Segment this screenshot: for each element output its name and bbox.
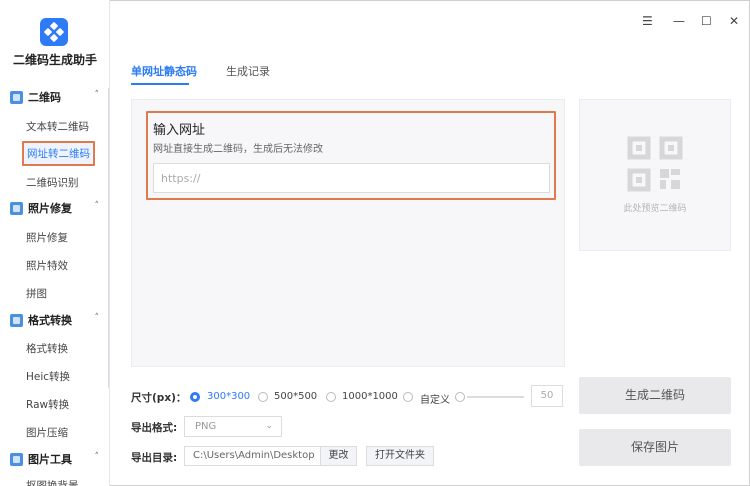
sidebar-item-photo-repair[interactable]: 照片修复 (26, 230, 68, 245)
chevron-up-icon: ˄ (94, 313, 100, 323)
chevron-down-icon: ⌄ (265, 421, 273, 431)
sidebar-item-raw-convert[interactable]: Raw转换 (26, 397, 69, 412)
sidebar-item-text-to-qr[interactable]: 文本转二维码 (26, 119, 89, 134)
sidebar-section-label: 图片工具 (28, 453, 72, 466)
sidebar-item-collage[interactable]: 拼图 (26, 286, 47, 301)
sidebar-section-label: 格式转换 (28, 314, 72, 327)
custom-size-slider[interactable] (467, 396, 524, 398)
qrcode-section-icon (10, 90, 23, 104)
size-label: 尺寸(px)： (131, 392, 187, 404)
url-input[interactable] (153, 163, 550, 193)
tab-history[interactable]: 生成记录 (226, 63, 270, 79)
format-select[interactable]: PNG ⌄ (184, 416, 282, 437)
custom-size-input[interactable]: 50 (531, 385, 563, 407)
size-option-500-label[interactable]: 500*500 (274, 391, 317, 402)
app-logo-icon (40, 18, 68, 46)
input-subtitle: 网址直接生成二维码，生成后无法修改 (153, 144, 323, 155)
size-radio-500[interactable] (258, 392, 268, 402)
generate-qr-button[interactable]: 生成二维码 (579, 377, 731, 414)
open-folder-button[interactable]: 打开文件夹 (366, 446, 434, 466)
custom-size-slider-handle[interactable] (455, 392, 465, 402)
sidebar-section-label: 二维码 (28, 91, 61, 104)
format-select-value: PNG (195, 421, 217, 432)
app-name: 二维码生成助手 (12, 53, 97, 67)
qr-preview: 此处预览二维码 (579, 99, 731, 251)
export-dir-label: 导出目录: (131, 452, 178, 464)
maximize-icon[interactable]: ☐ (701, 14, 712, 28)
sidebar-item-image-compress[interactable]: 图片压缩 (26, 425, 68, 440)
chevron-up-icon: ˄ (94, 90, 100, 100)
sidebar-item-url-to-qr[interactable]: 网址转二维码 (22, 141, 95, 166)
sidebar-section-image-tools[interactable]: 图片工具 ˄ (10, 451, 105, 467)
size-option-custom-label[interactable]: 自定义 (420, 391, 450, 406)
sidebar-section-photo-repair[interactable]: 照片修复 ˄ (10, 200, 105, 216)
preview-hint: 此处预览二维码 (623, 204, 687, 214)
format-label: 导出格式: (131, 422, 178, 434)
input-title: 输入网址 (153, 123, 206, 138)
size-option-1000-label[interactable]: 1000*1000 (342, 391, 398, 402)
chevron-up-icon: ˄ (94, 201, 100, 211)
export-dir-input[interactable]: C:\Users\Admin\Desktop (184, 446, 321, 466)
sidebar: 二维码生成助手 二维码 ˄ 文本转二维码 网址转二维码 二维码识别 照片修复 ˄… (0, 0, 110, 486)
menu-icon[interactable]: ☰ (642, 14, 653, 28)
qrcode-placeholder-icon (627, 136, 683, 192)
size-radio-custom[interactable] (403, 392, 413, 402)
sidebar-item-format-convert[interactable]: 格式转换 (26, 341, 68, 356)
sidebar-section-qrcode[interactable]: 二维码 ˄ (10, 89, 105, 105)
sidebar-section-format-convert[interactable]: 格式转换 ˄ (10, 312, 105, 328)
tab-single-url-static[interactable]: 单网址静态码 (131, 63, 197, 79)
photo-repair-section-icon (10, 201, 23, 215)
save-image-button[interactable]: 保存图片 (579, 429, 731, 466)
format-convert-section-icon (10, 313, 23, 327)
sidebar-item-photo-effects[interactable]: 照片特效 (26, 258, 68, 273)
size-option-300-label[interactable]: 300*300 (207, 391, 250, 402)
sidebar-scrollbar[interactable] (108, 88, 109, 388)
sidebar-item-cutout[interactable]: 抠图换背景 (26, 478, 79, 486)
minimize-icon[interactable]: — (673, 14, 685, 28)
url-input-section: 输入网址 网址直接生成二维码，生成后无法修改 (146, 111, 556, 200)
close-icon[interactable]: ✕ (729, 14, 739, 28)
sidebar-section-label: 照片修复 (28, 202, 72, 215)
chevron-up-icon: ˄ (94, 452, 100, 462)
active-tab-indicator (131, 83, 189, 85)
image-tools-section-icon (10, 452, 23, 466)
change-dir-button[interactable]: 更改 (320, 446, 357, 466)
sidebar-item-heic-convert[interactable]: Heic转换 (26, 369, 70, 384)
sidebar-item-qr-recognize[interactable]: 二维码识别 (26, 175, 79, 190)
size-radio-1000[interactable] (326, 392, 336, 402)
size-radio-300[interactable] (190, 392, 200, 402)
